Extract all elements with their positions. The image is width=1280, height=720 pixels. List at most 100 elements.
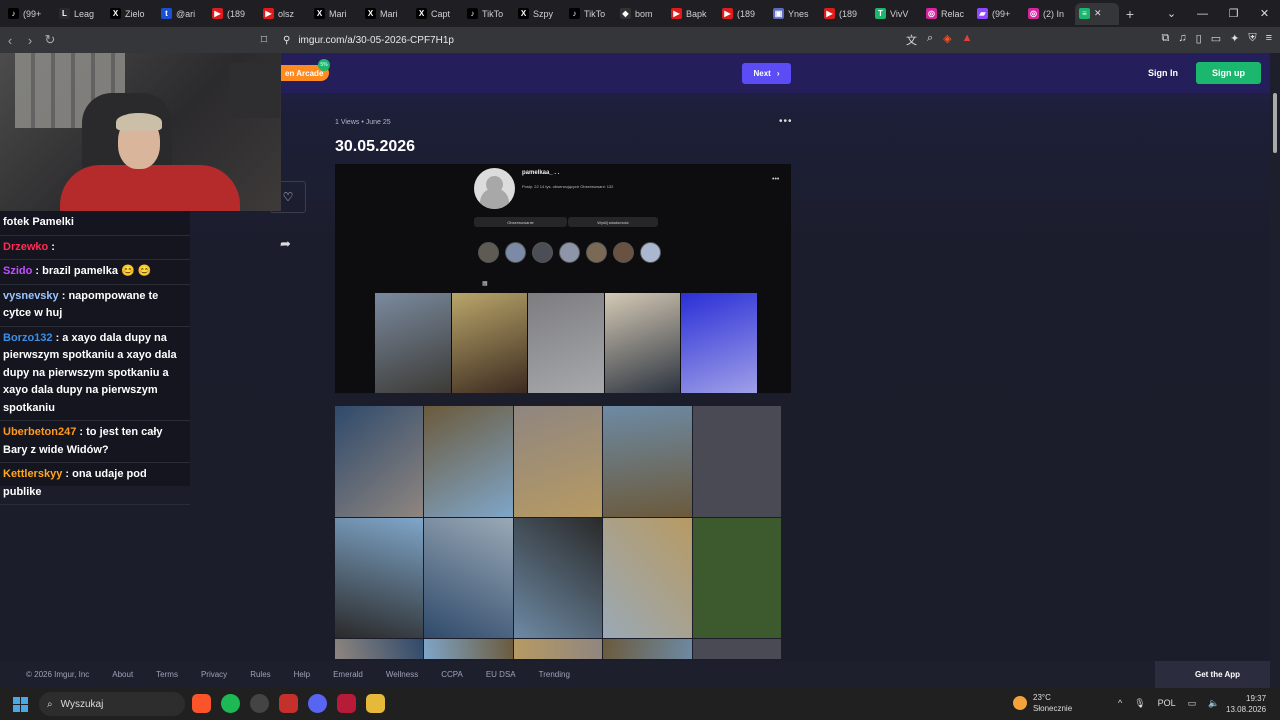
tab-label: @ari xyxy=(176,8,196,19)
sign-in-link[interactable]: Sign In xyxy=(1148,68,1178,78)
tab-close-icon[interactable]: ✕ xyxy=(1094,8,1102,19)
kick-icon[interactable] xyxy=(337,694,356,713)
volume-icon[interactable]: 🔈 xyxy=(1208,698,1219,709)
brave-shield-icon[interactable]: ◈ xyxy=(943,32,951,48)
app-icon-yellow[interactable] xyxy=(366,694,385,713)
browser-tab[interactable]: ▶ olsz xyxy=(259,3,310,25)
tab-label: Leag xyxy=(74,8,95,19)
tab-favicon-icon: X xyxy=(365,8,376,19)
tab-favicon-icon: X xyxy=(110,8,121,19)
leo-icon[interactable]: ✦ xyxy=(1230,32,1239,45)
footer-link[interactable]: About xyxy=(112,670,133,679)
vpn-icon[interactable]: ⛨ xyxy=(1248,32,1256,45)
forward-icon[interactable]: › xyxy=(20,33,40,48)
browser-tab[interactable]: ▶ Bapk xyxy=(667,3,718,25)
sidebar-icon[interactable]: ▯ xyxy=(1196,32,1202,45)
post-image-profile[interactable]: pamelkaa_ . . Posty: 22 14 tys. obserwuj… xyxy=(335,164,791,393)
get-app-button[interactable]: Get the App xyxy=(1155,661,1280,688)
wallet-icon[interactable]: ▭ xyxy=(1211,32,1221,45)
post-image-grid[interactable] xyxy=(335,406,781,659)
footer-link[interactable]: Trending xyxy=(539,670,570,679)
tab-search-icon[interactable]: ⌄ xyxy=(1156,7,1187,20)
clock[interactable]: 19:37 13.08.2026 xyxy=(1226,693,1266,715)
weather-text: Słonecznie xyxy=(1033,704,1073,713)
footer-link[interactable]: Help xyxy=(294,670,310,679)
browser-tab[interactable]: T VivV xyxy=(871,3,922,25)
browser-tab[interactable]: ▶ (189 xyxy=(718,3,769,25)
browser-tab[interactable]: ♪ TikTo xyxy=(565,3,616,25)
browser-tab[interactable]: X Mari xyxy=(310,3,361,25)
reload-icon[interactable]: ↻ xyxy=(40,32,60,48)
brave-rewards-icon[interactable]: ▲ xyxy=(962,32,973,48)
footer-link[interactable]: Privacy xyxy=(201,670,227,679)
microphone-icon[interactable]: 🎙 xyxy=(1134,698,1145,709)
tab-favicon-icon: ♪ xyxy=(467,8,478,19)
translate-icon[interactable]: ⽂ xyxy=(906,32,917,48)
browser-tab[interactable]: ▰ (99+ xyxy=(973,3,1024,25)
tab-label: (189 xyxy=(839,8,858,19)
more-options-icon[interactable]: ••• xyxy=(779,116,793,127)
tab-label: olsz xyxy=(278,8,295,19)
tab-favicon-icon: X xyxy=(314,8,325,19)
footer-link[interactable]: CCPA xyxy=(441,670,463,679)
brave-icon[interactable] xyxy=(192,694,211,713)
share-icon[interactable]: ➦ xyxy=(280,236,291,252)
new-tab-icon[interactable]: + xyxy=(1119,6,1141,22)
tab-favicon-icon: ▣ xyxy=(773,8,784,19)
profile-post-grid xyxy=(375,293,757,393)
footer-link[interactable]: Rules xyxy=(250,670,270,679)
menu-icon[interactable]: ≡ xyxy=(1266,32,1272,45)
restore-icon[interactable]: ❐ xyxy=(1218,7,1249,20)
footer-link[interactable]: Emerald xyxy=(333,670,363,679)
browser-tab[interactable]: X Szpy xyxy=(514,3,565,25)
zoom-icon[interactable]: ⌕ xyxy=(927,32,933,48)
footer-link[interactable]: Wellness xyxy=(386,670,418,679)
browser-tab[interactable]: ▶ (189 xyxy=(208,3,259,25)
back-icon[interactable]: ‹ xyxy=(0,33,20,48)
scroll-thumb[interactable] xyxy=(1273,93,1277,153)
highlight xyxy=(640,242,661,263)
network-icon[interactable]: ▭ xyxy=(1188,698,1197,709)
browser-tab[interactable]: X Mari xyxy=(361,3,412,25)
obs-icon[interactable] xyxy=(250,694,269,713)
post-title: 30.05.2026 xyxy=(335,138,416,155)
media-icon[interactable]: ♫ xyxy=(1178,32,1186,45)
taskbar-search[interactable]: ⌕ Wyszukaj xyxy=(39,692,185,716)
discord-icon[interactable] xyxy=(308,694,327,713)
page-scrollbar[interactable] xyxy=(1270,53,1280,688)
tray-chevron-icon[interactable]: ^ xyxy=(1118,698,1122,709)
browser-tab[interactable]: ◎ (2) In xyxy=(1024,3,1075,25)
browser-tab[interactable]: ▶ (189 xyxy=(820,3,871,25)
chat-message: Kettlerskyy : ona udaje pod publike xyxy=(0,463,190,505)
browser-tab[interactable]: ♪ TikTo xyxy=(463,3,514,25)
grid-photo xyxy=(692,639,781,659)
url-field[interactable]: ⚲ imgur.com/a/30-05-2026-CPF7H1p xyxy=(283,33,1003,48)
browser-tab[interactable]: X Zielo xyxy=(106,3,157,25)
minimize-icon[interactable]: — xyxy=(1187,8,1218,20)
language-indicator[interactable]: POL xyxy=(1158,698,1176,709)
app-icon-red[interactable] xyxy=(279,694,298,713)
weather-widget[interactable]: 23°C Słonecznie xyxy=(1013,692,1072,714)
footer-link[interactable]: EU DSA xyxy=(486,670,516,679)
browser-tab[interactable]: ♪ (99+ xyxy=(4,3,55,25)
browser-tab[interactable]: ◆ bom xyxy=(616,3,667,25)
next-button[interactable]: Next › xyxy=(742,63,791,84)
tab-favicon-icon: ▶ xyxy=(212,8,223,19)
webcam-person-head xyxy=(116,113,162,169)
browser-tab[interactable]: L Leag xyxy=(55,3,106,25)
browser-tab[interactable]: ◎ Relac xyxy=(922,3,973,25)
spotify-icon[interactable] xyxy=(221,694,240,713)
site-info-icon[interactable]: ⚲ xyxy=(283,35,290,46)
extensions-icon[interactable]: ⧉ xyxy=(1162,32,1170,45)
browser-tab[interactable]: t @ari xyxy=(157,3,208,25)
browser-tab-active[interactable]: ≡ ✕ xyxy=(1075,2,1119,25)
footer-link[interactable]: Terms xyxy=(156,670,178,679)
browser-tab[interactable]: ▣ Ynes xyxy=(769,3,820,25)
sign-up-button[interactable]: Sign up xyxy=(1196,62,1261,84)
bookmark-icon[interactable]: ⌑ xyxy=(254,32,274,48)
chat-username: Kettlerskyy xyxy=(3,468,63,480)
windows-start-icon[interactable] xyxy=(13,697,28,712)
grid-photo xyxy=(335,406,424,517)
browser-tab[interactable]: X Capt xyxy=(412,3,463,25)
close-window-icon[interactable]: ✕ xyxy=(1249,7,1280,20)
